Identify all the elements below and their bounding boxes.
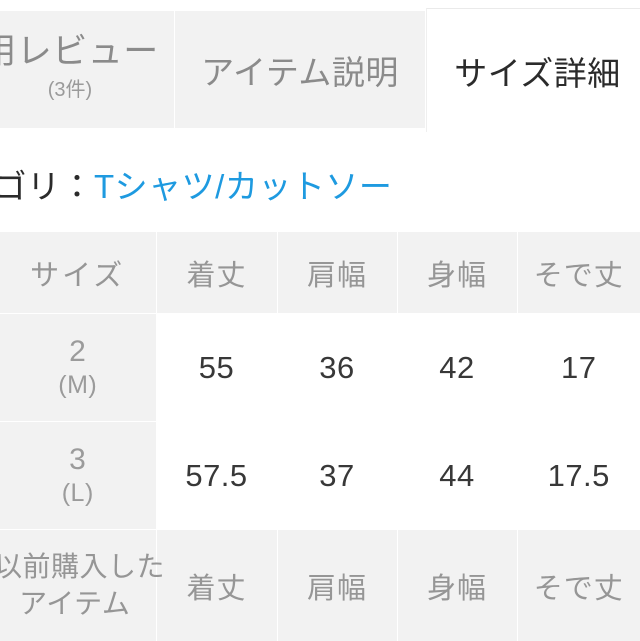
header-sleeve-length: そで丈 (517, 232, 640, 314)
header-shoulder-width: 肩幅 (277, 232, 397, 314)
size-number: 3 (0, 442, 156, 477)
size-details-screen: 用レビュー (3件) アイテム説明 サイズ詳細 テゴリ： Tシャツ/カットソー … (0, 0, 640, 640)
cell-body-width: 42 (397, 314, 517, 422)
size-alias: (M) (0, 371, 156, 401)
previous-header-sleeve-length: そで丈 (517, 530, 640, 641)
size-number: 2 (0, 334, 156, 369)
cell-length: 57.5 (156, 422, 277, 530)
cell-sleeve-length: 17.5 (517, 422, 640, 530)
tab-size-details[interactable]: サイズ詳細 (426, 8, 640, 132)
tab-item-description[interactable]: アイテム説明 (175, 11, 426, 128)
tab-size-details-label: サイズ詳細 (454, 47, 621, 95)
previous-items-header-row: 以前購入した アイテム 着丈 肩幅 身幅 そで丈 (0, 530, 640, 641)
tab-item-description-label: アイテム説明 (201, 46, 399, 94)
cell-sleeve-length: 17 (517, 314, 640, 422)
tab-bar: 用レビュー (3件) アイテム説明 サイズ詳細 (0, 0, 640, 132)
cell-size-label: 2 (M) (0, 314, 156, 422)
previous-items-title: 以前購入した アイテム (0, 530, 156, 641)
cell-shoulder-width: 36 (277, 314, 397, 422)
cell-shoulder-width: 37 (277, 422, 397, 530)
category-row: テゴリ： Tシャツ/カットソー (0, 158, 640, 210)
header-length: 着丈 (156, 232, 277, 314)
table-row: 3 (L) 57.5 37 44 17.5 (0, 422, 640, 530)
previous-items-title-line1: 以前購入した (0, 549, 156, 586)
tab-review-count: (3件) (48, 77, 92, 103)
header-body-width: 身幅 (397, 232, 517, 314)
previous-header-shoulder-width: 肩幅 (277, 530, 397, 641)
size-details-table: サイズ 着丈 肩幅 身幅 そで丈 2 (M) 55 36 42 17 3 (0, 232, 640, 641)
table-row: 2 (M) 55 36 42 17 (0, 314, 640, 422)
tab-review-label: 用レビュー (0, 34, 159, 71)
previous-header-length: 着丈 (156, 530, 277, 641)
category-link[interactable]: Tシャツ/カットソー (94, 160, 392, 208)
header-size: サイズ (0, 232, 156, 314)
size-alias: (L) (0, 479, 156, 509)
cell-size-label: 3 (L) (0, 422, 156, 530)
previous-header-body-width: 身幅 (397, 530, 517, 641)
category-label: テゴリ： (0, 160, 94, 208)
cell-body-width: 44 (397, 422, 517, 530)
cell-length: 55 (156, 314, 277, 422)
size-table-header-row: サイズ 着丈 肩幅 身幅 そで丈 (0, 232, 640, 314)
tab-review[interactable]: 用レビュー (3件) (0, 11, 175, 128)
previous-items-title-line2: アイテム (0, 586, 156, 623)
